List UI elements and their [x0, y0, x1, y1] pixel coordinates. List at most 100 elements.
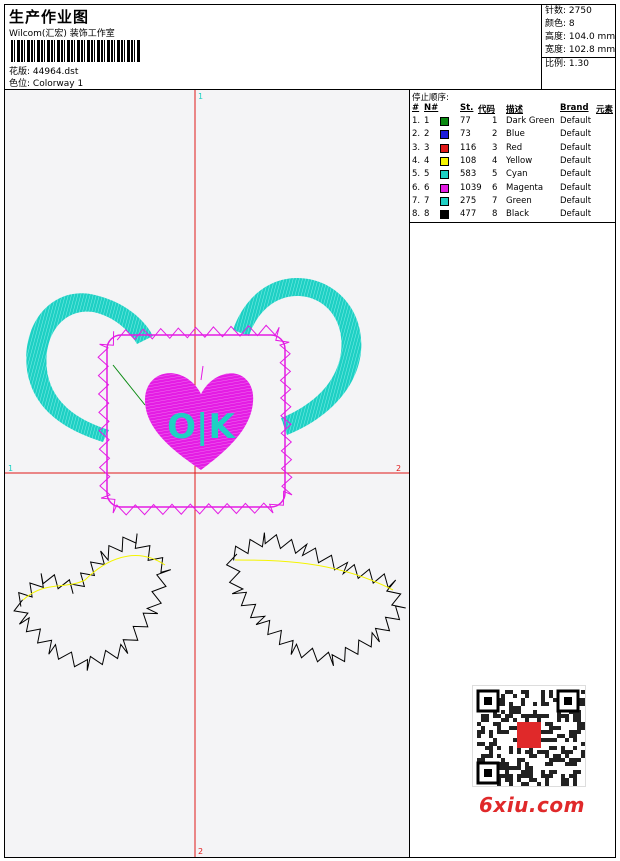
- row-desc: Cyan: [506, 169, 528, 180]
- table-row[interactable]: 4. 4 108 4 Yellow Default: [410, 155, 615, 168]
- row-desc: Blue: [506, 129, 525, 140]
- col-code: 代码: [478, 105, 496, 115]
- stat-width: 宽度: 102.8 mm: [545, 45, 616, 55]
- page-title: 生产作业图: [9, 8, 90, 26]
- table-row[interactable]: 2. 2 73 2 Blue Default: [410, 128, 615, 141]
- table-row[interactable]: 6. 6 1039 6 Magenta Default: [410, 182, 615, 195]
- row-brand: Default: [560, 116, 592, 126]
- table-row[interactable]: 3. 3 116 3 Red Default: [410, 142, 615, 155]
- color-swatch: [440, 183, 449, 193]
- left-paw-outline: [13, 533, 171, 671]
- row-number: 2: [424, 129, 430, 140]
- row-code: 5: [492, 169, 498, 180]
- embroidery-preview: 1 1 2 2 O|K: [5, 90, 409, 857]
- row-number: 5: [424, 169, 430, 180]
- row-stitches: 583: [460, 169, 477, 180]
- row-number: 1: [424, 116, 430, 126]
- row-stitches: 116: [460, 142, 477, 153]
- stat-height: 高度: 104.0 mm: [545, 32, 616, 42]
- right-paw-outline: [225, 532, 406, 666]
- row-stitches: 73: [460, 129, 471, 140]
- color-swatch: [440, 210, 449, 220]
- table-header: # N# St. 代码 描述 Brand 元素: [410, 103, 615, 115]
- row-code: 6: [492, 182, 498, 193]
- color-swatch: [440, 156, 449, 166]
- row-stitches: 108: [460, 155, 477, 166]
- stat-colors: 颜色: 8: [545, 19, 575, 29]
- col-desc: 描述: [506, 105, 524, 115]
- col-stitches: St.: [460, 103, 474, 113]
- watermark-brand[interactable]: 6xiu.com: [479, 793, 585, 817]
- row-brand: Default: [560, 182, 592, 193]
- row-brand: Default: [560, 142, 592, 153]
- row-number: 4: [424, 155, 430, 166]
- travel-stitch: [112, 364, 146, 406]
- barcode: [11, 40, 141, 62]
- row-index: 3.: [412, 142, 421, 153]
- color-swatch: [440, 143, 449, 153]
- color-swatch: [440, 196, 449, 206]
- row-code: 7: [492, 195, 498, 206]
- stop-sequence-title: 停止顺序:: [412, 93, 449, 103]
- stop-sequence-panel: 停止顺序: # N# St. 代码 描述 Brand 元素 1. 1 77 1 Dark…: [410, 90, 615, 223]
- row-brand: Default: [560, 195, 592, 206]
- header: 生产作业图 Wilcom(汇宏) 装饰工作室 花版: 44964.dst 色位:…: [5, 5, 616, 90]
- colorway-line: 色位: Colorway 1: [9, 76, 83, 89]
- production-sheet: 生产作业图 Wilcom(汇宏) 装饰工作室 花版: 44964.dst 色位:…: [4, 4, 616, 858]
- table-row[interactable]: 8. 8 477 8 Black Default: [410, 208, 615, 221]
- row-stitches: 77: [460, 116, 471, 126]
- row-brand: Default: [560, 169, 592, 180]
- row-stitches: 1039: [460, 182, 482, 193]
- row-index: 8.: [412, 209, 421, 220]
- qr-pattern: [476, 689, 585, 786]
- stats-box: 针数: 2750 颜色: 8 高度: 104.0 mm 宽度: 102.8 mm…: [541, 5, 616, 89]
- axis-left-label: 1: [8, 464, 13, 473]
- stat-stitches: 针数: 2750: [545, 6, 592, 16]
- row-code: 1: [492, 116, 498, 126]
- table-row[interactable]: 7. 7 275 7 Green Default: [410, 195, 615, 208]
- table-row[interactable]: 1. 1 77 1 Dark Green Default: [410, 115, 615, 128]
- row-index: 1.: [412, 116, 421, 126]
- color-swatch: [440, 117, 449, 126]
- left-ear: [26, 293, 154, 442]
- row-number: 7: [424, 195, 430, 206]
- axis-bottom-label: 2: [198, 847, 203, 856]
- row-index: 4.: [412, 155, 421, 166]
- row-code: 4: [492, 155, 498, 166]
- stat-scale: 比例: 1.30: [542, 57, 616, 71]
- colorway-label: 色位:: [9, 79, 31, 89]
- row-desc: Yellow: [506, 155, 533, 166]
- axis-top-label: 1: [198, 92, 203, 101]
- row-desc: Dark Green: [506, 116, 555, 126]
- row-desc: Red: [506, 142, 523, 153]
- row-code: 8: [492, 209, 498, 220]
- row-brand: Default: [560, 209, 592, 220]
- row-index: 6.: [412, 182, 421, 193]
- row-stitches: 477: [460, 209, 477, 220]
- row-number: 8: [424, 209, 430, 220]
- row-number: 3: [424, 142, 430, 153]
- table-row[interactable]: 5. 5 583 5 Cyan Default: [410, 168, 615, 181]
- color-swatch: [440, 170, 449, 180]
- row-index: 7.: [412, 195, 421, 206]
- colorway-value: Colorway 1: [32, 79, 84, 89]
- col-element: 元素: [596, 105, 614, 115]
- col-brand: Brand: [560, 103, 589, 113]
- axis-right-label: 2: [396, 464, 401, 473]
- studio-name: Wilcom(汇宏) 装饰工作室: [9, 29, 115, 39]
- row-brand: Default: [560, 129, 592, 140]
- row-index: 5.: [412, 169, 421, 180]
- row-code: 2: [492, 129, 498, 140]
- row-stitches: 275: [460, 195, 477, 206]
- row-number: 6: [424, 182, 430, 193]
- design-canvas[interactable]: 1 1 2 2 O|K: [5, 90, 410, 857]
- qr-code[interactable]: [472, 685, 586, 787]
- row-desc: Black: [506, 209, 529, 220]
- row-code: 3: [492, 142, 498, 153]
- row-desc: Magenta: [506, 182, 544, 193]
- row-brand: Default: [560, 155, 592, 166]
- col-no: N#: [424, 103, 439, 113]
- col-hash: #: [412, 103, 420, 113]
- row-index: 2.: [412, 129, 421, 140]
- heart-text: O|K: [167, 407, 236, 447]
